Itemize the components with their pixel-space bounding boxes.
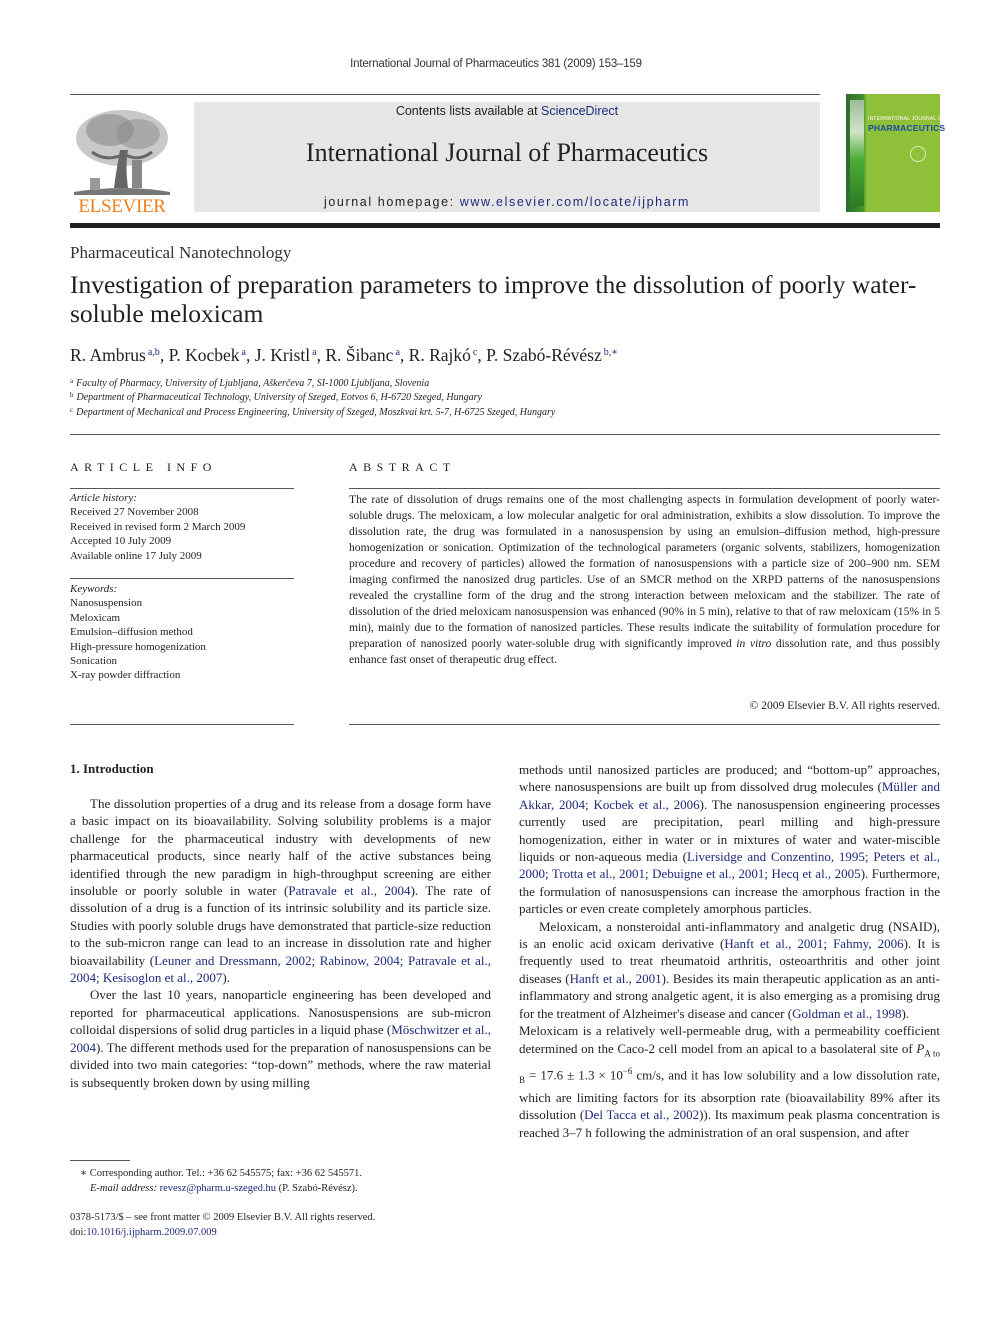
sciencedirect-link[interactable]: ScienceDirect bbox=[541, 104, 618, 118]
history-item: Received 27 November 2008 bbox=[70, 506, 199, 519]
email-label: E-mail address: bbox=[90, 1182, 160, 1194]
history-item: Available online 17 July 2009 bbox=[70, 549, 202, 562]
text: methods until nanosized particles are pr… bbox=[519, 762, 940, 795]
author[interactable]: J. Kristl bbox=[255, 345, 310, 365]
history-item: Received in revised form 2 March 2009 bbox=[70, 520, 246, 533]
paragraph: The dissolution properties of a drug and… bbox=[70, 795, 491, 986]
citation-link[interactable]: Patravale et al., 2004 bbox=[288, 883, 410, 898]
author-separator: , bbox=[477, 345, 487, 365]
section-category: Pharmaceutical Nanotechnology bbox=[70, 243, 292, 262]
affiliation-key: b bbox=[70, 391, 74, 399]
superscript: −6 bbox=[622, 1065, 633, 1076]
paragraph: Meloxicam is a relatively well-permeable… bbox=[519, 1022, 940, 1141]
keyword: Emulsion–diffusion method bbox=[70, 626, 193, 639]
paragraph-continued: methods until nanosized particles are pr… bbox=[519, 761, 940, 918]
corresponding-author: ∗ Corresponding author. Tel.: +36 62 545… bbox=[80, 1168, 362, 1179]
front-matter-note: 0378-5173/$ – see front matter © 2009 El… bbox=[70, 1211, 500, 1240]
divider bbox=[349, 488, 940, 489]
paragraph: Over the last 10 years, nanoparticle eng… bbox=[70, 986, 491, 1090]
journal-title: International Journal of Pharmaceutics bbox=[305, 138, 709, 167]
divider bbox=[349, 724, 940, 725]
text: ). The different methods used for the pr… bbox=[70, 1039, 491, 1090]
citation-link[interactable]: Goldman et al., 1998 bbox=[792, 1006, 901, 1021]
affiliation-c: c Department of Mechanical and Process En… bbox=[70, 406, 555, 418]
citation-link[interactable]: Hanft et al., 2001; Fahmy, 2006 bbox=[724, 936, 903, 951]
affiliation-key: a bbox=[70, 377, 74, 385]
keyword: X-ray powder diffraction bbox=[70, 669, 181, 682]
article-history: Article history: Received 27 November 20… bbox=[70, 491, 294, 563]
email-link[interactable]: revesz@pharm.u-szeged.hu bbox=[160, 1183, 276, 1194]
footnote-rule bbox=[70, 1160, 130, 1161]
text: = 17.6 ± 1.3 × 10 bbox=[525, 1066, 623, 1082]
keyword: Nanosuspension bbox=[70, 597, 143, 610]
author-separator: , bbox=[399, 345, 409, 365]
affiliation-text: Department of Mechanical and Process Eng… bbox=[76, 407, 556, 418]
affiliation-text: Faculty of Pharmacy, University of Ljubl… bbox=[76, 378, 430, 389]
citation-link[interactable]: Del Tacca et al., 2002 bbox=[584, 1107, 699, 1122]
elsevier-wordmark: ELSEVIER bbox=[78, 196, 166, 217]
journal-homepage: journal homepage: www.elsevier.com/locat… bbox=[194, 195, 820, 209]
journal-cover-thumbnail[interactable]: INTERNATIONAL JOURNAL OF PHARMACEUTICS bbox=[846, 94, 945, 212]
keyword: Meloxicam bbox=[70, 611, 121, 624]
cover-vial-image bbox=[850, 100, 864, 206]
history-label: Article history: bbox=[70, 492, 137, 504]
header-thick-rule bbox=[70, 223, 940, 228]
front-matter: 0378-5173/$ – see front matter © 2009 El… bbox=[70, 1212, 376, 1223]
author[interactable]: R. Ambrus bbox=[70, 345, 146, 365]
affiliation-b: b Department of Pharmaceutical Technology… bbox=[70, 391, 482, 403]
corresponding-author-note: ∗ Corresponding author. Tel.: +36 62 545… bbox=[70, 1167, 510, 1196]
author[interactable]: P. Szabó-Révész bbox=[486, 345, 602, 365]
keyword: Sonication bbox=[70, 655, 118, 668]
contents-line: Contents lists available at ScienceDirec… bbox=[194, 104, 820, 118]
author[interactable]: R. Rajkó bbox=[409, 345, 471, 365]
author-separator: , bbox=[245, 345, 255, 365]
history-item: Accepted 10 July 2009 bbox=[70, 535, 172, 548]
author-affil-ref[interactable]: b,∗ bbox=[604, 347, 618, 358]
email-suffix: (P. Szabó-Révész). bbox=[275, 1182, 358, 1194]
keyword: High-pressure homogenization bbox=[70, 640, 206, 653]
doi-link[interactable]: 10.1016/j.ijpharm.2009.07.009 bbox=[86, 1227, 216, 1238]
author[interactable]: P. Kocbek bbox=[169, 345, 240, 365]
author-affil-ref[interactable]: a,b bbox=[148, 347, 160, 358]
abstract-body: The rate of dissolution of drugs remains… bbox=[349, 492, 940, 668]
affiliation-key: c bbox=[70, 406, 74, 414]
keywords: Keywords: Nanosuspension Meloxicam Emuls… bbox=[70, 582, 294, 683]
text: ). bbox=[222, 970, 230, 986]
article-title: Investigation of preparation parameters … bbox=[70, 270, 917, 328]
affiliation-a: a Faculty of Pharmacy, University of Ljub… bbox=[70, 377, 429, 389]
keywords-label: Keywords: bbox=[70, 583, 118, 595]
body-column-right: methods until nanosized particles are pr… bbox=[519, 761, 940, 1141]
abstract-heading: ABSTRACT bbox=[349, 460, 456, 474]
author-list: R. Ambrus a,b, P. Kocbek a, J. Kristl a, R.… bbox=[70, 345, 618, 366]
affiliation-text: Department of Pharmaceutical Technology,… bbox=[76, 392, 482, 403]
abstract-text: The rate of dissolution of drugs remains… bbox=[349, 493, 940, 650]
contents-prefix: Contents lists available at bbox=[395, 104, 542, 118]
divider bbox=[70, 724, 294, 725]
text: ). bbox=[901, 1005, 910, 1021]
body-column-left: The dissolution properties of a drug and… bbox=[70, 795, 491, 1091]
citation-link[interactable]: Hanft et al., 2001 bbox=[570, 971, 662, 986]
section-heading-introduction: 1. Introduction bbox=[70, 761, 154, 776]
elsevier-logo[interactable]: ELSEVIER bbox=[70, 100, 174, 217]
running-head: International Journal of Pharmaceutics 3… bbox=[350, 58, 642, 70]
author-separator: , bbox=[159, 345, 169, 365]
cover-subtitle: INTERNATIONAL JOURNAL OF bbox=[868, 116, 946, 122]
paragraph: Meloxicam, a nonsteroidal anti-inflammat… bbox=[519, 918, 940, 1022]
article-info-heading: ARTICLE INFO bbox=[70, 460, 217, 474]
text: Meloxicam is a relatively well-permeable… bbox=[519, 1023, 940, 1056]
abstract-copyright: © 2009 Elsevier B.V. All rights reserved… bbox=[749, 699, 940, 712]
cover-seal-icon bbox=[910, 146, 926, 162]
homepage-link[interactable]: www.elsevier.com/locate/ijpharm bbox=[460, 195, 690, 209]
author[interactable]: R. Šibanc bbox=[325, 345, 393, 365]
abstract-italic: in vitro bbox=[736, 637, 772, 650]
header-rule bbox=[70, 94, 820, 95]
divider bbox=[70, 578, 294, 579]
doi-label: doi: bbox=[70, 1226, 87, 1238]
homepage-label: journal homepage: bbox=[323, 195, 460, 209]
divider bbox=[70, 434, 940, 435]
divider bbox=[70, 488, 294, 489]
cover-title: PHARMACEUTICS bbox=[868, 123, 946, 133]
